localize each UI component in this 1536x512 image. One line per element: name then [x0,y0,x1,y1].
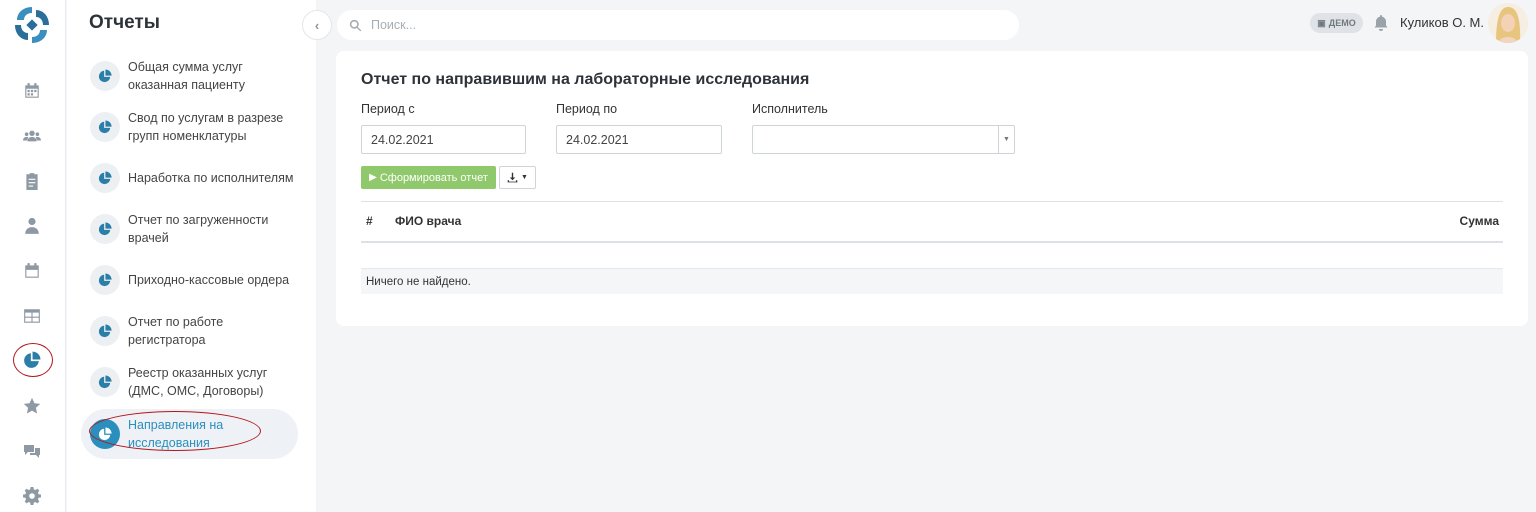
table-header-border [361,241,1503,243]
app-logo[interactable] [13,5,51,45]
period-from-input[interactable]: 24.02.2021 [361,125,526,154]
nav-rail [0,0,66,512]
report-item-label: Отчет по работе регистратора [128,315,224,347]
clipboard-icon[interactable] [21,170,43,192]
caret-down-icon[interactable]: ▼ [998,126,1014,153]
report-card: Отчет по направившим на лабораторные исс… [336,51,1528,326]
table-top-border [361,201,1503,202]
caret-down-icon: ▼ [521,174,528,181]
export-dropdown-button[interactable]: ▼ [499,166,536,189]
report-item-registrar-work[interactable]: Отчет по работе регистратора [81,306,298,356]
generate-report-label: Сформировать отчет [379,171,488,184]
report-title: Отчет по направившим на лабораторные исс… [361,71,810,88]
table-empty-message: Ничего не найдено. [361,268,1503,294]
monitor-icon: ▣ [1317,17,1326,28]
pie-chart-icon [90,112,120,142]
table-icon[interactable] [21,305,43,327]
pie-chart-icon [90,163,120,193]
column-header-number[interactable]: # [366,214,373,228]
period-to-label: Период по [556,102,618,116]
doctor-icon[interactable] [21,215,43,237]
panel-title: Отчеты [89,12,160,33]
active-report-highlight [89,411,261,451]
chat-icon[interactable] [21,440,43,462]
avatar[interactable] [1488,3,1528,43]
period-to-input[interactable]: 24.02.2021 [556,125,722,154]
calendar-icon[interactable] [21,80,43,102]
report-item-label: Общая сумма услуг оказанная пациенту [128,60,246,92]
report-item-label: Реестр оказанных услуг (ДМС, ОМС, Догово… [128,366,268,398]
search-input[interactable] [371,18,971,32]
collapse-panel-button[interactable]: ‹ [302,10,332,40]
star-icon[interactable] [21,395,43,417]
chevron-left-icon: ‹ [314,17,320,33]
column-header-doctor-name[interactable]: ФИО врача [395,214,461,228]
column-header-sum[interactable]: Сумма [1460,214,1499,228]
report-item-label: Наработка по исполнителям [128,171,294,185]
demo-badge: ▣ ДЕМО [1310,13,1363,33]
user-name[interactable]: Куликов О. М. [1400,15,1484,30]
executor-label: Исполнитель [752,102,828,116]
report-item-total-services[interactable]: Общая сумма услуг оказанная пациенту [81,51,298,101]
report-item-label: Свод по услугам в разрезе групп номенкла… [128,111,284,143]
pie-chart-icon [90,367,120,397]
settings-icon[interactable] [21,485,43,507]
bell-icon[interactable] [1373,14,1391,32]
report-item-cash-orders[interactable]: Приходно-кассовые ордера [81,255,298,305]
demo-badge-label: ДЕМО [1328,18,1356,28]
pie-chart-icon [90,61,120,91]
report-item-label: Отчет по загруженности врачей [128,213,269,245]
search-icon [349,19,362,31]
play-circle-icon: ▶ [369,172,377,183]
search-bar [337,10,1019,40]
generate-report-button[interactable]: ▶ Сформировать отчет [361,166,496,189]
report-item-services-registry[interactable]: Реестр оказанных услуг (ДМС, ОМС, Догово… [81,357,298,407]
reports-panel: Отчеты Общая сумма услуг оказанная пацие… [67,0,316,512]
period-from-label: Период с [361,102,415,116]
schedule-icon[interactable] [21,260,43,282]
users-icon[interactable] [21,125,43,147]
pie-chart-icon [90,265,120,295]
pie-chart-icon [90,316,120,346]
report-item-label: Приходно-кассовые ордера [128,273,290,287]
executor-select[interactable]: ▼ [752,125,1015,154]
pie-chart-icon [90,214,120,244]
active-nav-highlight [13,343,53,377]
report-item-executors-output[interactable]: Наработка по исполнителям [81,153,298,203]
report-item-services-by-group[interactable]: Свод по услугам в разрезе групп номенкла… [81,102,298,152]
download-icon [507,172,518,183]
report-item-doctors-load[interactable]: Отчет по загруженности врачей [81,204,298,254]
